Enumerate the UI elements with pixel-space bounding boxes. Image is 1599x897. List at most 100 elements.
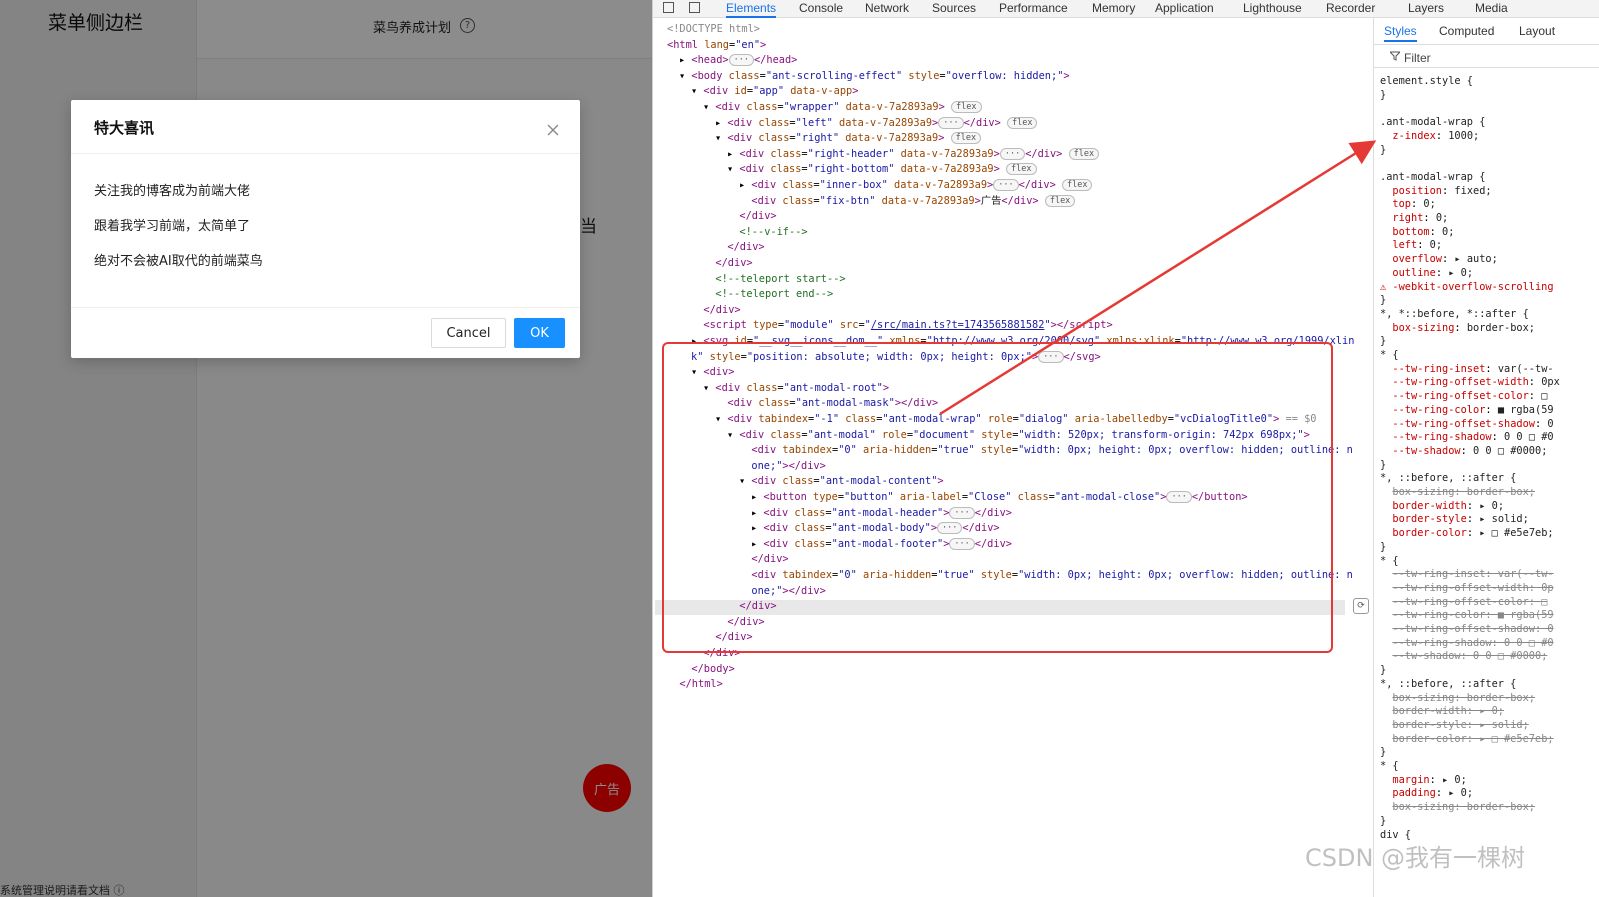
dom-tree-line[interactable]: ▸ <div class="left" data-v-7a2893a9> ··· <… [715, 116, 1038, 132]
dom-tree-line[interactable]: ▾ <div class="wrapper" data-v-7a2893a9> … [703, 100, 982, 116]
style-rule-line[interactable]: --tw-ring-inset: var(--tw- [1380, 363, 1553, 377]
style-rule-line[interactable]: div { [1380, 829, 1411, 843]
style-rule-line[interactable]: --tw-ring-offset-color: □ [1380, 390, 1547, 404]
dom-tree-line[interactable]: ▾ <div id="app" data-v-app> [691, 84, 858, 100]
dom-tree-line[interactable]: ▸ <head> ··· </head> [679, 53, 797, 69]
style-rule-line[interactable]: *, ::before, ::after { [1380, 472, 1516, 486]
style-rule-line[interactable]: right: 0; [1380, 212, 1448, 226]
style-rule-line[interactable]: --tw-ring-offset-color: □ [1380, 596, 1547, 610]
style-rule-line[interactable]: } [1380, 335, 1386, 349]
dom-tree-line[interactable]: </body> [679, 662, 734, 678]
style-rule-line[interactable]: } [1380, 664, 1386, 678]
tab-recorder[interactable]: Recorder [1326, 0, 1375, 16]
style-rule-line[interactable]: border-color: ▸ □ #e5e7eb; [1380, 733, 1553, 747]
style-rule-line[interactable]: * { [1380, 349, 1399, 363]
dom-tree-line[interactable]: </html> [667, 677, 722, 693]
inspect-element-icon[interactable] [663, 2, 674, 13]
tab-elements[interactable]: Elements [726, 0, 777, 18]
cancel-button[interactable]: Cancel [431, 318, 506, 348]
tab-memory[interactable]: Memory [1092, 0, 1135, 16]
style-rule-line[interactable]: .ant-modal-wrap { [1380, 171, 1485, 185]
dom-tree-line[interactable]: <!--v-if--> [727, 225, 807, 241]
style-rule-line[interactable]: --tw-ring-color: ■ rgba(59 [1380, 609, 1553, 623]
dom-tree-line[interactable]: <!DOCTYPE html> [667, 22, 760, 38]
tab-computed[interactable]: Computed [1439, 24, 1494, 38]
dom-tree-line[interactable]: </div> [691, 303, 740, 319]
style-rule-line[interactable]: box-sizing: border-box; [1380, 801, 1535, 815]
style-rule-line[interactable]: * { [1380, 555, 1399, 569]
tab-media[interactable]: Media [1475, 0, 1508, 16]
tab-console[interactable]: Console [799, 0, 843, 16]
dom-tree-line[interactable]: <script type="module" src="/src/main.ts?… [691, 318, 1112, 334]
style-rule-line[interactable]: * { [1380, 760, 1399, 774]
style-rule-line[interactable]: border-style: ▸ solid; [1380, 719, 1528, 733]
style-rule-line[interactable]: } [1380, 89, 1386, 103]
dom-tree-line[interactable]: </div> [703, 256, 752, 272]
style-rule-line[interactable]: top: 0; [1380, 198, 1435, 212]
style-rule-line[interactable]: *, *::before, *::after { [1380, 308, 1529, 322]
style-rule-line[interactable]: } [1380, 294, 1386, 308]
style-rule-line[interactable]: --tw-ring-offset-width: 0p [1380, 582, 1553, 596]
style-rule-line[interactable]: margin: ▸ 0; [1380, 774, 1466, 788]
dom-tree-line[interactable]: <div class="fix-btn" data-v-7a2893a9>广告<… [739, 194, 1076, 210]
tab-application[interactable]: Application [1155, 0, 1214, 16]
style-rule-line[interactable]: } [1380, 746, 1386, 760]
device-toolbar-icon[interactable] [689, 2, 700, 13]
dom-tree-line[interactable]: <html lang="en"> [667, 38, 766, 54]
style-rule-line[interactable]: element.style { [1380, 75, 1473, 89]
tab-network[interactable]: Network [865, 0, 909, 16]
style-rule-line[interactable]: border-color: ▸ □ #e5e7eb; [1380, 527, 1553, 541]
style-rule-line[interactable]: padding: ▸ 0; [1380, 787, 1473, 801]
close-icon[interactable] [545, 122, 561, 138]
style-rule-line[interactable]: z-index: 1000; [1380, 130, 1479, 144]
style-rule-line[interactable]: border-style: ▸ solid; [1380, 513, 1528, 527]
style-rule-line[interactable]: *, ::before, ::after { [1380, 678, 1516, 692]
style-rule-line[interactable]: position: fixed; [1380, 185, 1491, 199]
ok-button[interactable]: OK [514, 318, 565, 348]
style-rule-line[interactable]: ⚠ -webkit-overflow-scrolling [1380, 281, 1554, 295]
dom-tree-line[interactable]: <!--teleport end--> [703, 287, 833, 303]
dom-tree-line[interactable]: ▾ <div class="right-bottom" data-v-7a289… [727, 162, 1037, 178]
tab-performance[interactable]: Performance [999, 0, 1068, 16]
style-rule-line[interactable]: box-sizing: border-box; [1380, 692, 1535, 706]
dom-tree-line[interactable]: </div> [715, 240, 764, 256]
style-rule-line[interactable]: --tw-ring-offset-shadow: 0 [1380, 623, 1553, 637]
style-rule-line[interactable]: } [1380, 541, 1386, 555]
dom-tree-line[interactable]: ▸ <div class="inner-box" data-v-7a2893a9… [739, 178, 1093, 194]
style-rule-line[interactable]: } [1380, 144, 1386, 158]
style-rule-line[interactable]: left: 0; [1380, 239, 1442, 253]
style-rule-line[interactable]: --tw-ring-shadow: 0 0 □ #0 [1380, 431, 1553, 445]
style-rule-line[interactable]: } [1380, 815, 1386, 829]
styles-filter-bar[interactable]: Filter [1374, 45, 1599, 68]
style-rule-line[interactable]: --tw-ring-shadow: 0 0 □ #0 [1380, 637, 1553, 651]
style-rule-line[interactable]: overflow: ▸ auto; [1380, 253, 1497, 267]
dom-tree-line[interactable]: ▸ <div class="right-header" data-v-7a289… [727, 147, 1100, 163]
style-rule-line[interactable]: --tw-ring-color: ■ rgba(59 [1380, 404, 1553, 418]
tab-layout[interactable]: Layout [1519, 24, 1555, 38]
scroll-to-element-icon[interactable]: ⟳ [1353, 598, 1369, 614]
tab-lighthouse[interactable]: Lighthouse [1243, 0, 1302, 16]
style-rule-line[interactable]: --tw-shadow: 0 0 □ #0000; [1380, 445, 1547, 459]
dom-tree-line[interactable]: ▾ <div class="right" data-v-7a2893a9> fl… [715, 131, 982, 147]
dom-tree-line[interactable]: <!--teleport start--> [703, 272, 845, 288]
dom-tree-line[interactable]: ▾ <body class="ant-scrolling-effect" sty… [679, 69, 1070, 85]
style-rule-line[interactable]: } [1380, 459, 1386, 473]
modal-footer-divider [71, 307, 580, 308]
style-rule-line[interactable]: box-sizing: border-box; [1380, 322, 1535, 336]
style-rule-line[interactable]: border-width: ▸ 0; [1380, 500, 1504, 514]
tab-layers[interactable]: Layers [1408, 0, 1444, 16]
style-rule-line[interactable]: --tw-ring-inset: var(--tw- [1380, 568, 1553, 582]
style-rule-line[interactable]: .ant-modal-wrap { [1380, 116, 1485, 130]
style-rule-line[interactable]: outline: ▸ 0; [1380, 267, 1473, 281]
filter-icon [1390, 51, 1400, 61]
style-rule-line[interactable]: --tw-ring-offset-width: 0px [1380, 376, 1559, 390]
style-rule-line[interactable]: --tw-shadow: 0 0 □ #0000; [1380, 650, 1547, 664]
style-rule-line[interactable]: bottom: 0; [1380, 226, 1454, 240]
style-rule-line[interactable]: box-sizing: border-box; [1380, 486, 1535, 500]
styles-tab-bar: Styles Computed Layout [1374, 18, 1599, 45]
tab-styles[interactable]: Styles [1384, 24, 1417, 42]
dom-tree-line[interactable]: </div> [727, 209, 776, 225]
style-rule-line[interactable]: --tw-ring-offset-shadow: 0 [1380, 418, 1553, 432]
style-rule-line[interactable]: border-width: ▸ 0; [1380, 705, 1504, 719]
tab-sources[interactable]: Sources [932, 0, 976, 16]
